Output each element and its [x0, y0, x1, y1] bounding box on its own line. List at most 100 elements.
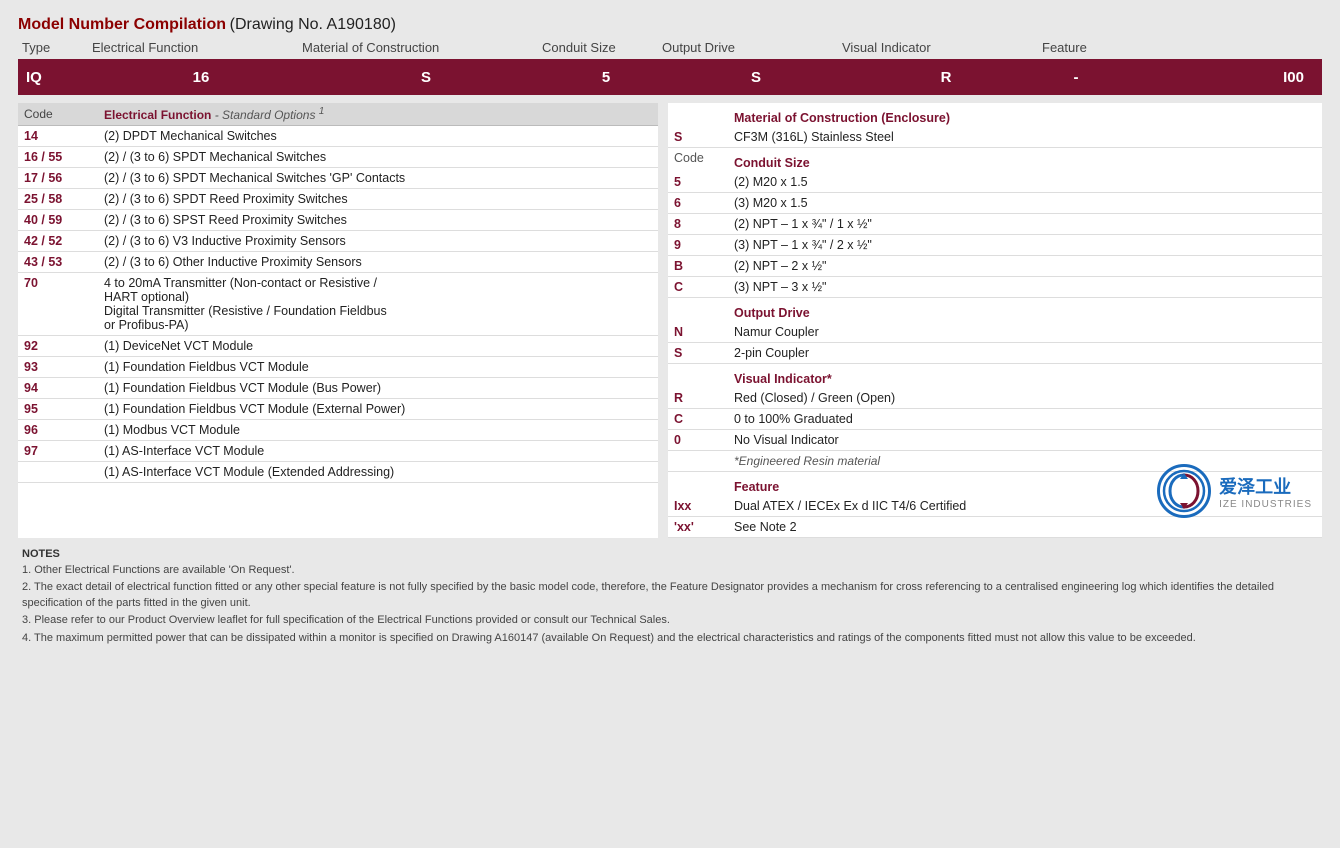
header-feature: Feature: [1042, 40, 1318, 55]
section-code-spacer: Code: [668, 148, 728, 173]
notes-list: 1. Other Electrical Functions are availa…: [22, 563, 1318, 646]
table-row: 16 / 55(2) / (3 to 6) SPDT Mechanical Sw…: [18, 147, 658, 168]
right-desc-cell: See Note 2: [728, 517, 1322, 538]
code-cell: 17 / 56: [18, 168, 98, 189]
table-row: 5(2) M20 x 1.5: [668, 172, 1322, 193]
model-dash: -: [1046, 69, 1106, 86]
table-row: 40 / 59(2) / (3 to 6) SPST Reed Proximit…: [18, 210, 658, 231]
table-row: C(3) NPT – 3 x ½": [668, 277, 1322, 298]
right-desc-cell: 2-pin Coupler: [728, 343, 1322, 364]
desc-cell: (2) / (3 to 6) SPDT Mechanical Switches …: [98, 168, 658, 189]
code-cell: 95: [18, 399, 98, 420]
col-header-code: Code: [18, 103, 98, 126]
table-row: C0 to 100% Graduated: [668, 409, 1322, 430]
right-desc-cell: (2) NPT – 2 x ½": [728, 256, 1322, 277]
code-cell: 94: [18, 378, 98, 399]
right-code-cell: C: [668, 409, 728, 430]
model-output: S: [666, 69, 846, 86]
title-normal: (Drawing No. A190180): [230, 16, 396, 33]
title-row: Model Number Compilation (Drawing No. A1…: [18, 16, 1322, 34]
logo-chinese: 爱泽工业: [1219, 473, 1312, 499]
desc-cell: (2) / (3 to 6) V3 Inductive Proximity Se…: [98, 231, 658, 252]
right-desc-cell: No Visual Indicator: [728, 430, 1322, 451]
table-row: 8(2) NPT – 1 x ¾" / 1 x ½": [668, 214, 1322, 235]
right-code-cell: 6: [668, 193, 728, 214]
header-output: Output Drive: [662, 40, 842, 55]
right-code-cell: N: [668, 322, 728, 343]
table-row: 94(1) Foundation Fieldbus VCT Module (Bu…: [18, 378, 658, 399]
right-code-cell: R: [668, 388, 728, 409]
right-desc-cell: (2) NPT – 1 x ¾" / 1 x ½": [728, 214, 1322, 235]
section-title: Material of Construction (Enclosure): [728, 103, 1322, 127]
right-code-cell: B: [668, 256, 728, 277]
desc-cell: (2) / (3 to 6) SPDT Reed Proximity Switc…: [98, 189, 658, 210]
table-row: NNamur Coupler: [668, 322, 1322, 343]
table-row: 9(3) NPT – 1 x ¾" / 2 x ½": [668, 235, 1322, 256]
table-row: 17 / 56(2) / (3 to 6) SPDT Mechanical Sw…: [18, 168, 658, 189]
desc-cell: (1) DeviceNet VCT Module: [98, 336, 658, 357]
section-header-row: Output Drive: [668, 298, 1322, 323]
code-cell: 70: [18, 273, 98, 336]
note-item: 2. The exact detail of electrical functi…: [22, 580, 1318, 611]
table-row: B(2) NPT – 2 x ½": [668, 256, 1322, 277]
logo-text: 爱泽工业 IZE INDUSTRIES: [1219, 473, 1312, 510]
right-code-cell: 'xx': [668, 517, 728, 538]
column-headers: Type Electrical Function Material of Con…: [18, 40, 1322, 55]
electrical-function-table: Code Electrical Function - Standard Opti…: [18, 103, 658, 483]
code-cell: 96: [18, 420, 98, 441]
section-header-row: Visual Indicator*: [668, 364, 1322, 389]
header-visual: Visual Indicator: [842, 40, 1042, 55]
section-header-row: CodeConduit Size: [668, 148, 1322, 173]
table-row: 97(1) AS-Interface VCT Module: [18, 441, 658, 462]
desc-cell: (2) DPDT Mechanical Switches: [98, 126, 658, 147]
right-desc-cell: Red (Closed) / Green (Open): [728, 388, 1322, 409]
table-row: 95(1) Foundation Fieldbus VCT Module (Ex…: [18, 399, 658, 420]
table-row: 42 / 52(2) / (3 to 6) V3 Inductive Proxi…: [18, 231, 658, 252]
notes-section: NOTES 1. Other Electrical Functions are …: [18, 548, 1322, 646]
header-electrical: Electrical Function: [92, 40, 302, 55]
model-conduit: 5: [546, 69, 666, 86]
right-desc-cell: (3) M20 x 1.5: [728, 193, 1322, 214]
code-cell: 93: [18, 357, 98, 378]
desc-cell: (2) / (3 to 6) Other Inductive Proximity…: [98, 252, 658, 273]
code-cell: 42 / 52: [18, 231, 98, 252]
table-row: 92(1) DeviceNet VCT Module: [18, 336, 658, 357]
right-code-cell: 5: [668, 172, 728, 193]
desc-cell: 4 to 20mA Transmitter (Non-contact or Re…: [98, 273, 658, 336]
desc-cell: (2) / (3 to 6) SPST Reed Proximity Switc…: [98, 210, 658, 231]
code-cell: 14: [18, 126, 98, 147]
right-desc-cell: (2) M20 x 1.5: [728, 172, 1322, 193]
table-row: 43 / 53(2) / (3 to 6) Other Inductive Pr…: [18, 252, 658, 273]
section-title: Output Drive: [728, 298, 1322, 323]
elec-function-title: Electrical Function: [104, 108, 211, 122]
logo-circle: [1157, 464, 1211, 518]
model-type: IQ: [26, 69, 96, 86]
right-desc-cell: (3) NPT – 1 x ¾" / 2 x ½": [728, 235, 1322, 256]
right-code-cell: Ixx: [668, 496, 728, 517]
model-visual: R: [846, 69, 1046, 86]
code-cell: 40 / 59: [18, 210, 98, 231]
right-panel: Material of Construction (Enclosure)SCF3…: [668, 103, 1322, 538]
code-cell: [18, 462, 98, 483]
logo-icon: [1162, 469, 1206, 513]
header-type: Type: [22, 40, 92, 55]
elec-function-subtitle: - Standard Options 1: [215, 108, 325, 122]
note-item: 4. The maximum permitted power that can …: [22, 631, 1318, 646]
right-desc-cell: (3) NPT – 3 x ½": [728, 277, 1322, 298]
right-code-cell: 0: [668, 430, 728, 451]
model-bar: IQ 16 S 5 S R - I00: [18, 59, 1322, 95]
desc-cell: (1) AS-Interface VCT Module: [98, 441, 658, 462]
table-row: 96(1) Modbus VCT Module: [18, 420, 658, 441]
table-row: RRed (Closed) / Green (Open): [668, 388, 1322, 409]
desc-cell: (1) AS-Interface VCT Module (Extended Ad…: [98, 462, 658, 483]
page: Model Number Compilation (Drawing No. A1…: [0, 0, 1340, 848]
table-row: S2-pin Coupler: [668, 343, 1322, 364]
section-code-spacer: [668, 472, 728, 497]
right-code-cell: S: [668, 127, 728, 148]
section-code-spacer: [668, 103, 728, 127]
desc-cell: (1) Foundation Fieldbus VCT Module: [98, 357, 658, 378]
col-header-elec-function: Electrical Function - Standard Options 1: [98, 103, 658, 126]
header-conduit: Conduit Size: [542, 40, 662, 55]
table-row: 25 / 58(2) / (3 to 6) SPDT Reed Proximit…: [18, 189, 658, 210]
right-desc-cell: Namur Coupler: [728, 322, 1322, 343]
